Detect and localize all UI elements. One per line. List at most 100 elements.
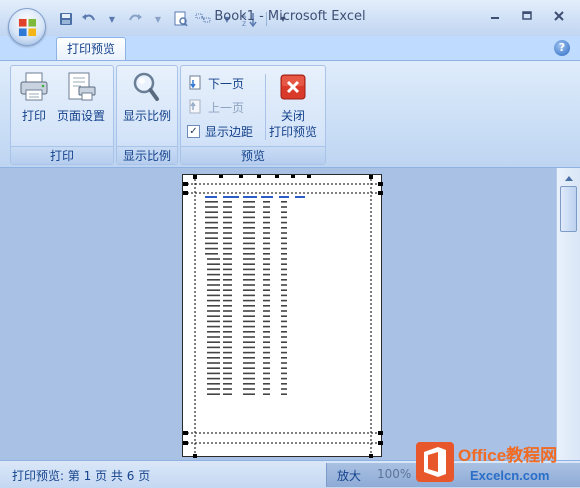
preview-row-mark [243, 242, 255, 245]
preview-row-mark [243, 232, 255, 234]
preview-row-mark [243, 362, 255, 364]
maximize-button[interactable] [512, 6, 542, 26]
preview-row-mark [207, 279, 220, 281]
preview-row-mark [207, 372, 220, 375]
print-button[interactable]: 打印 [17, 70, 51, 124]
preview-row-mark [205, 232, 218, 234]
scroll-thumb[interactable] [560, 186, 577, 232]
preview-row-mark [243, 237, 255, 239]
preview-row-mark [281, 294, 287, 297]
preview-row-mark [223, 268, 232, 271]
preview-row-mark [263, 268, 270, 271]
preview-row-mark [207, 357, 220, 359]
zoom-button[interactable]: 显示比例 [123, 70, 171, 124]
preview-row-mark [223, 289, 232, 291]
page-setup-button-label: 页面设置 [57, 109, 106, 123]
preview-page[interactable] [182, 174, 383, 458]
preview-row-mark [281, 315, 287, 317]
close-print-preview-button[interactable]: 关闭 打印预览 [269, 70, 317, 140]
preview-row-mark [243, 279, 255, 281]
zoom-in-button[interactable]: 放大 [337, 467, 361, 484]
preview-row-mark [243, 284, 255, 286]
preview-row-mark [263, 247, 270, 250]
preview-row-mark [281, 284, 287, 286]
tab-print-preview[interactable]: 打印预览 [56, 37, 127, 60]
preview-row-mark [263, 253, 270, 255]
preview-row-mark [281, 247, 287, 250]
preview-row-mark [207, 362, 220, 364]
preview-row-mark [281, 362, 287, 364]
preview-row-mark [263, 289, 270, 291]
preview-row-mark [207, 383, 220, 385]
preview-row-mark [281, 393, 287, 395]
preview-row-mark [223, 253, 232, 255]
preview-row-mark [205, 237, 218, 239]
minimize-icon [491, 17, 499, 19]
preview-row-mark [281, 346, 287, 349]
group-print-label: 打印 [11, 146, 113, 164]
help-button[interactable]: ? [554, 40, 570, 56]
office-button[interactable] [8, 8, 46, 46]
preview-row-mark [263, 393, 270, 395]
preview-row-mark [243, 221, 255, 224]
next-page-label: 下一页 [208, 76, 245, 91]
preview-row-mark [263, 367, 270, 369]
preview-row-mark [243, 247, 255, 250]
preview-row-mark [207, 346, 220, 349]
preview-row-mark [223, 320, 232, 323]
checkmark-icon: ✓ [187, 124, 200, 138]
preview-row-mark [223, 201, 232, 203]
next-page-button[interactable]: 下一页 [187, 72, 244, 94]
group-zoom-label: 显示比例 [117, 146, 177, 164]
preview-row-mark [207, 315, 220, 317]
preview-row-mark [263, 388, 270, 390]
watermark-title: Office教程网 [458, 446, 558, 465]
preview-row-mark [281, 206, 287, 208]
office-watermark-logo [416, 442, 454, 482]
preview-row-mark [281, 320, 287, 323]
preview-row-mark [223, 258, 232, 260]
preview-row-mark [205, 253, 218, 255]
preview-row-mark [223, 237, 232, 239]
window-controls [480, 6, 574, 26]
preview-row-mark [263, 362, 270, 364]
preview-row-mark [281, 268, 287, 271]
preview-row-mark [243, 357, 255, 359]
preview-row-mark [223, 299, 232, 302]
preview-row-mark [223, 346, 232, 349]
preview-row-mark [281, 305, 287, 307]
preview-row-mark [263, 299, 270, 302]
previous-page-button[interactable]: 上一页 [187, 96, 244, 118]
preview-row-mark [223, 279, 232, 281]
preview-row-mark [205, 206, 218, 208]
preview-row-mark [243, 331, 255, 333]
page-setup-button[interactable]: 页面设置 [57, 70, 105, 124]
preview-row-mark [263, 206, 270, 208]
preview-row-mark [281, 336, 287, 338]
preview-row-mark [281, 279, 287, 281]
close-window-button[interactable] [544, 6, 574, 26]
preview-row-mark [207, 341, 220, 343]
minimize-button[interactable] [480, 6, 510, 26]
preview-row-mark [223, 377, 232, 380]
scroll-up-button[interactable] [560, 170, 577, 186]
preview-row-mark [223, 331, 232, 333]
zoom-level: 100% [377, 467, 412, 481]
close-print-preview-label: 关闭 打印预览 [269, 108, 317, 140]
preview-row-mark [263, 232, 270, 234]
preview-row-mark [223, 263, 232, 265]
group-zoom: 显示比例 显示比例 [116, 65, 178, 165]
print-button-label: 打印 [21, 109, 46, 123]
vertical-scrollbar[interactable] [556, 168, 580, 460]
close-label-line2: 打印预览 [269, 125, 318, 139]
preview-row-mark [243, 325, 255, 328]
preview-row-mark [243, 253, 255, 255]
group-preview-label: 预览 [181, 146, 325, 164]
preview-row-mark [205, 216, 218, 219]
preview-row-mark [223, 216, 232, 219]
preview-row-mark [243, 341, 255, 343]
preview-row-mark [263, 211, 270, 213]
show-margins-checkbox[interactable]: ✓ 显示边距 [187, 120, 253, 142]
office-logo-icon [18, 18, 37, 37]
preview-row-mark [223, 383, 232, 385]
